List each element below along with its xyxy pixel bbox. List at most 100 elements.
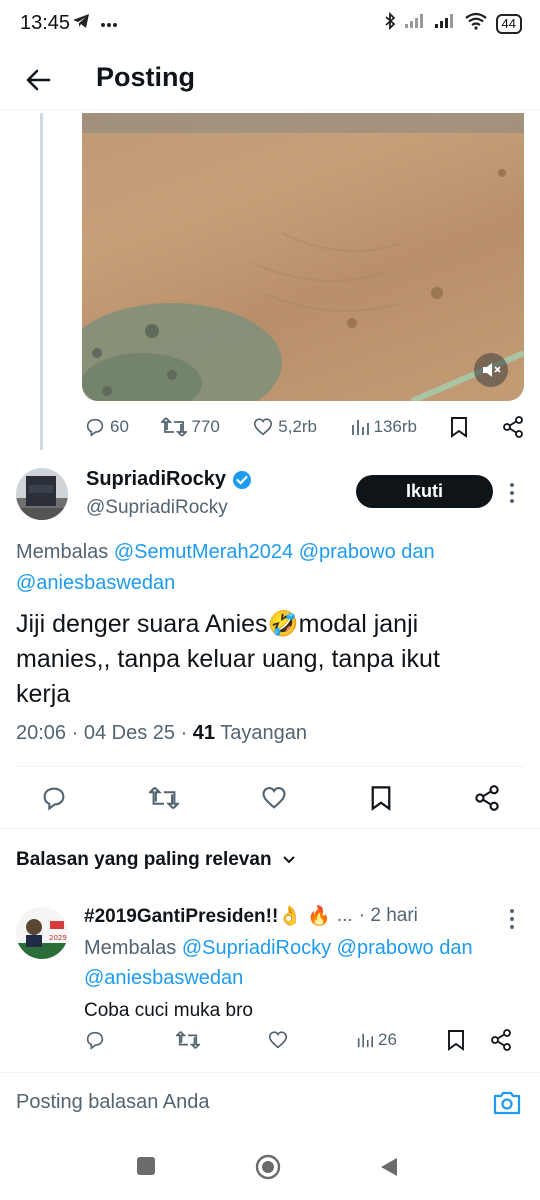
- system-nav-bar: [0, 1136, 540, 1200]
- more-options-icon[interactable]: [507, 482, 517, 504]
- views-action[interactable]: 26: [356, 1030, 397, 1050]
- reply-author-avatar[interactable]: 2029: [16, 907, 68, 959]
- tweet-text-line: manies,, tanpa keluar uang, tanpa ikut: [16, 645, 440, 673]
- battery-icon: 44: [495, 13, 522, 34]
- video-frame-image: [82, 113, 524, 401]
- share-icon: [503, 416, 523, 438]
- svg-text:2029: 2029: [49, 934, 67, 942]
- repost-count: 770: [191, 417, 220, 436]
- share-action[interactable]: [502, 416, 524, 438]
- page-title: Posting: [96, 62, 195, 92]
- reply-more-options-icon[interactable]: [507, 908, 517, 930]
- telegram-icon: [72, 13, 90, 34]
- tweet-views-label: Tayangan: [220, 722, 307, 744]
- replying-to: Membalas @SemutMerah2024 @prabowo dan @a…: [16, 537, 526, 599]
- reply-name-ellipsis: ...: [336, 905, 353, 926]
- tweet-meta: 20:06 · 04 Des 25 · 41 Tayangan: [16, 722, 307, 744]
- views-chart-icon: [351, 420, 369, 435]
- muted-speaker-icon: [483, 363, 501, 377]
- signal-icon: [404, 13, 426, 34]
- reply-count: 60: [110, 417, 129, 436]
- share-icon: [475, 785, 499, 811]
- bluetooth-icon: [384, 11, 396, 35]
- back-arrow-icon: [26, 69, 51, 91]
- reply-author-name[interactable]: #2019GantiPresiden!!👌 🔥: [84, 904, 331, 928]
- wifi-icon: [464, 12, 488, 35]
- parent-tweet-actions: 60 770 5,2rb 136rb: [84, 416, 524, 438]
- reply-action[interactable]: 60: [84, 416, 129, 438]
- share-icon: [491, 1029, 511, 1051]
- mention-link[interactable]: @aniesbaswedan: [84, 967, 243, 989]
- mute-button[interactable]: [474, 353, 508, 387]
- like-action[interactable]: [267, 1029, 289, 1051]
- heart-icon: [254, 418, 273, 436]
- home-button[interactable]: [255, 1154, 281, 1180]
- reply-header: #2019GantiPresiden!!👌 🔥 ... · 2 hari: [84, 904, 504, 928]
- main-tweet-actions: [40, 784, 500, 812]
- tweet-date: 04 Des 25: [83, 722, 176, 744]
- reply-icon: [86, 418, 104, 437]
- mention-link[interactable]: @aniesbaswedan: [16, 572, 175, 594]
- mention-connector: dan: [401, 541, 435, 563]
- home-circle-icon: [255, 1154, 281, 1180]
- video-player[interactable]: [82, 113, 524, 401]
- reply-replying-to: Membalas @SupriadiRocky @prabowo dan @an…: [84, 933, 514, 993]
- repost-icon: [149, 786, 179, 810]
- heart-icon: [268, 1031, 288, 1049]
- repost-action[interactable]: [149, 785, 179, 811]
- heart-icon: [262, 787, 286, 809]
- like-action[interactable]: 5,2rb: [252, 416, 317, 438]
- reply-sort-dropdown[interactable]: Balasan yang paling relevan: [16, 849, 296, 871]
- bookmark-icon: [448, 1030, 464, 1051]
- tweet-text: Jiji denger suara Anies🤣modal janji mani…: [16, 607, 524, 712]
- reply-input[interactable]: Posting balasan Anda: [16, 1091, 210, 1114]
- replying-prefix: Membalas: [84, 937, 177, 959]
- like-count: 5,2rb: [278, 417, 318, 436]
- divider: [0, 828, 540, 829]
- replying-prefix: Membalas: [16, 541, 109, 563]
- reply-text: Coba cuci muka bro: [84, 1000, 253, 1021]
- views-count: 26: [378, 1030, 397, 1049]
- bookmark-icon: [371, 786, 391, 811]
- reply-action[interactable]: [40, 784, 68, 812]
- author-name[interactable]: SupriadiRocky: [86, 468, 226, 491]
- signal-icon: [434, 13, 456, 34]
- reply-icon: [43, 787, 65, 811]
- camera-button[interactable]: [492, 1089, 522, 1122]
- camera-icon: [493, 1091, 521, 1115]
- bookmark-action[interactable]: [369, 785, 393, 811]
- mention-link[interactable]: @SupriadiRocky: [182, 937, 331, 959]
- more-icon: [100, 15, 118, 33]
- like-action[interactable]: [260, 784, 288, 812]
- share-action[interactable]: [490, 1029, 512, 1051]
- tweet-text-line: Jiji denger suara Anies🤣modal janji: [16, 610, 419, 638]
- author-name-row[interactable]: SupriadiRocky: [86, 468, 252, 491]
- repost-action[interactable]: 770: [161, 416, 220, 438]
- reply-sort-label: Balasan yang paling relevan: [16, 849, 272, 870]
- back-nav-button[interactable]: [379, 1156, 399, 1178]
- repost-icon: [161, 417, 188, 437]
- status-time: 13:45: [20, 12, 71, 34]
- reply-action[interactable]: [84, 1029, 106, 1051]
- verified-badge-icon: [233, 470, 252, 489]
- share-action[interactable]: [474, 785, 500, 811]
- mention-link[interactable]: @prabowo: [299, 541, 396, 563]
- triangle-back-icon: [381, 1158, 397, 1176]
- author-handle[interactable]: @SupriadiRocky: [86, 497, 228, 519]
- status-bar: 13:45 44: [0, 0, 540, 48]
- bookmark-action[interactable]: [446, 1029, 466, 1051]
- bookmark-action[interactable]: [449, 416, 469, 438]
- chevron-down-icon: [282, 856, 295, 864]
- views-chart-icon: [357, 1033, 374, 1048]
- mention-link[interactable]: @SemutMerah2024: [114, 541, 293, 563]
- back-button[interactable]: [18, 60, 58, 100]
- recents-button[interactable]: [136, 1156, 156, 1176]
- mention-connector: dan: [439, 937, 473, 959]
- thread-connector-line: [40, 113, 43, 450]
- repost-action[interactable]: [176, 1029, 200, 1051]
- reply-time: · 2 hari: [358, 905, 418, 926]
- mention-link[interactable]: @prabowo: [337, 937, 434, 959]
- author-avatar[interactable]: [16, 468, 68, 520]
- views-action[interactable]: 136rb: [350, 417, 417, 437]
- follow-button[interactable]: Ikuti: [356, 475, 493, 508]
